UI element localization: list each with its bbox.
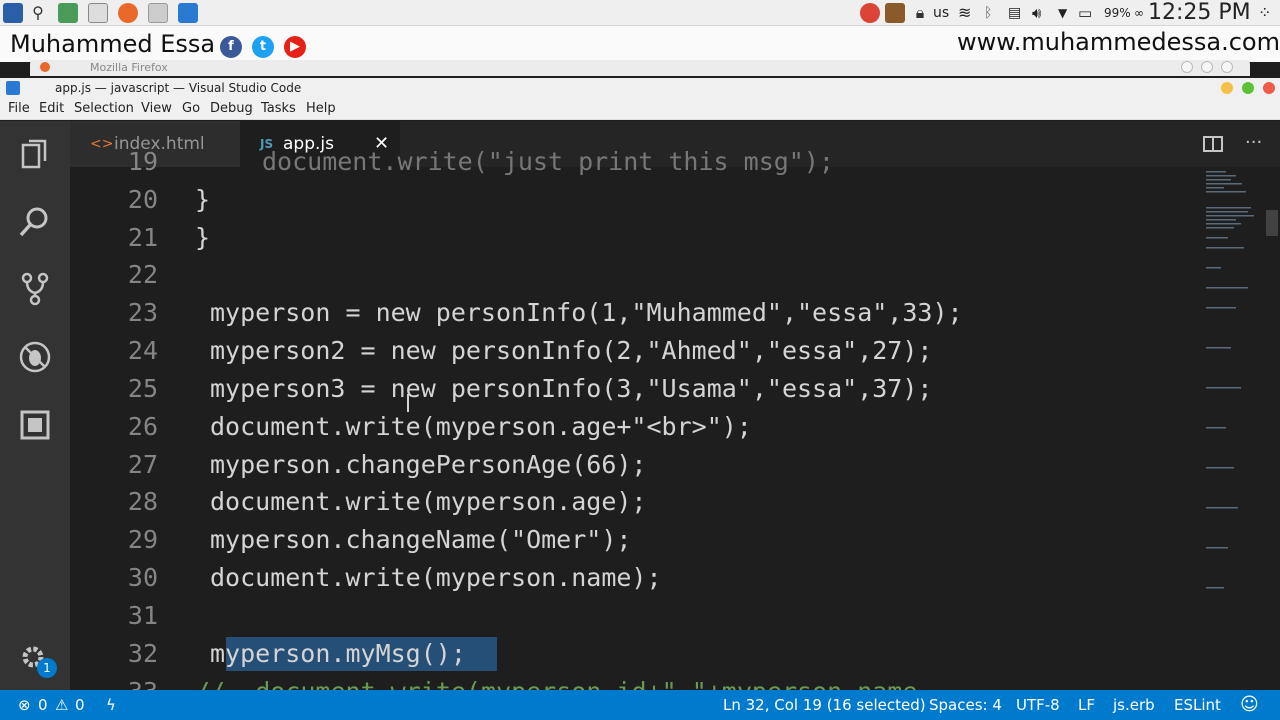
text-cursor: [407, 394, 409, 412]
firefox-minimize-button[interactable]: [1181, 61, 1193, 73]
infinity-icon: ∞: [1134, 6, 1144, 20]
code-line[interactable]: myperson = new personInfo(1,"Muhammed","…: [210, 298, 963, 327]
image-viewer-icon[interactable]: [148, 3, 168, 23]
menu-debug[interactable]: Debug: [210, 101, 253, 116]
encoding[interactable]: UTF-8: [1016, 690, 1060, 720]
volume-icon[interactable]: 🔊︎: [1032, 0, 1041, 26]
firefox-maximize-button[interactable]: [1201, 61, 1213, 73]
extensions-icon[interactable]: [17, 407, 53, 443]
firefox-title: Mozilla Firefox: [90, 61, 168, 74]
line-number: 25: [127, 374, 158, 403]
battery-percent: 99%: [1104, 6, 1131, 20]
battery-icon: ▭: [1078, 4, 1093, 22]
settings-badge: 1: [37, 658, 57, 678]
close-button[interactable]: [1263, 82, 1275, 94]
vertical-scrollbar[interactable]: [1264, 167, 1280, 690]
firefox-icon[interactable]: [118, 3, 138, 23]
firefox-small-icon: [40, 62, 50, 72]
minimize-button[interactable]: [1221, 82, 1233, 94]
app-icon[interactable]: [885, 3, 905, 23]
code-line[interactable]: myperson.changeName("Omer");: [210, 525, 631, 554]
indentation[interactable]: Spaces: 4: [929, 690, 1002, 720]
window-title: app.js — javascript — Visual Studio Code: [55, 81, 302, 95]
minimap[interactable]: [1204, 167, 1264, 690]
search-icon[interactable]: [17, 204, 53, 240]
line-number: 19: [127, 147, 158, 176]
code-line[interactable]: myperson.changePersonAge(66);: [210, 450, 647, 479]
code-line[interactable]: document.write(myperson.name);: [210, 563, 662, 592]
language-mode[interactable]: js.erb: [1113, 690, 1155, 720]
lightning-icon[interactable]: ϟ: [106, 690, 116, 720]
line-number: 21: [127, 223, 158, 252]
line-number: 30: [127, 563, 158, 592]
code-line[interactable]: document.write(myperson.age+"<br>");: [210, 412, 752, 441]
code-line[interactable]: }: [195, 223, 210, 252]
code-line[interactable]: document.write("just print this msg");: [262, 147, 834, 176]
line-ending[interactable]: LF: [1078, 690, 1095, 720]
line-number: 23: [127, 298, 158, 327]
code-line[interactable]: }: [195, 185, 210, 214]
firefox-window-strip: [30, 60, 1250, 76]
line-number: 24: [127, 336, 158, 365]
warning-icon[interactable]: ⚠: [55, 690, 68, 720]
menu-file[interactable]: File: [8, 101, 30, 116]
power-icon[interactable]: ⁘: [1258, 0, 1271, 26]
menu-go[interactable]: Go: [182, 101, 200, 116]
fedora-icon[interactable]: [3, 3, 23, 23]
line-number: 29: [127, 525, 158, 554]
twitter-icon: t: [252, 36, 274, 58]
code-line[interactable]: myperson3 = new personInfo(3,"Usama","es…: [210, 374, 932, 403]
lock-icon[interactable]: 🔒︎: [910, 3, 930, 23]
vscode-logo-icon: [6, 81, 20, 95]
feedback-smiley-icon[interactable]: ☺: [1240, 690, 1259, 720]
bluetooth-icon[interactable]: ᛒ: [984, 0, 992, 26]
line-number: 31: [127, 601, 158, 630]
menu-help[interactable]: Help: [306, 101, 336, 116]
wifi-icon[interactable]: ≋: [958, 0, 971, 26]
clock[interactable]: 12:25 PM: [1148, 0, 1251, 26]
code-line[interactable]: myperson2 = new personInfo(2,"Ahmed","es…: [210, 336, 932, 365]
code-text: document.write("just print this msg");: [262, 147, 834, 176]
menu-edit[interactable]: Edit: [39, 101, 64, 116]
cursor-position[interactable]: Ln 32, Col 19 (16 selected): [723, 690, 926, 720]
menu-view[interactable]: View: [141, 101, 172, 116]
keyboard-layout[interactable]: us: [933, 0, 949, 26]
line-number: 32: [127, 639, 158, 668]
split-editor-icon[interactable]: [1203, 134, 1223, 154]
youtube-icon: ▶: [284, 36, 306, 58]
error-count[interactable]: 0: [38, 690, 48, 720]
clipboard-icon[interactable]: ▤: [1008, 0, 1021, 26]
more-actions-icon[interactable]: ···: [1245, 132, 1262, 153]
facebook-icon: f: [220, 36, 242, 58]
chrome-icon[interactable]: [860, 3, 880, 23]
banner-author-name: Muhammed Essa: [10, 30, 216, 58]
line-number: 22: [127, 260, 158, 289]
line-number: 20: [127, 185, 158, 214]
code-line[interactable]: document.write(myperson.age);: [210, 487, 647, 516]
eslint-status[interactable]: ESLint: [1174, 690, 1221, 720]
source-control-icon[interactable]: [17, 271, 53, 307]
screen-icon[interactable]: [88, 3, 108, 23]
warning-count[interactable]: 0: [75, 690, 85, 720]
firefox-close-button[interactable]: [1221, 61, 1233, 73]
menu-selection[interactable]: Selection: [74, 101, 134, 116]
code-line[interactable]: myperson.myMsg();: [210, 639, 466, 668]
error-icon[interactable]: ⊗: [18, 690, 31, 720]
line-number: 26: [127, 412, 158, 441]
chevron-down-icon[interactable]: ▼: [1058, 0, 1067, 26]
banner-website: www.muhammedessa.com: [957, 28, 1280, 56]
explorer-icon[interactable]: [17, 137, 53, 173]
debug-icon[interactable]: [17, 339, 53, 375]
line-number: 27: [127, 450, 158, 479]
vscode-icon[interactable]: [178, 3, 198, 23]
maximize-button[interactable]: [1242, 82, 1254, 94]
scrollbar-thumb[interactable]: [1266, 210, 1278, 236]
search-icon[interactable]: ⚲: [28, 3, 48, 23]
menu-tasks[interactable]: Tasks: [261, 101, 296, 116]
line-number: 28: [127, 487, 158, 516]
files-icon[interactable]: [58, 3, 78, 23]
